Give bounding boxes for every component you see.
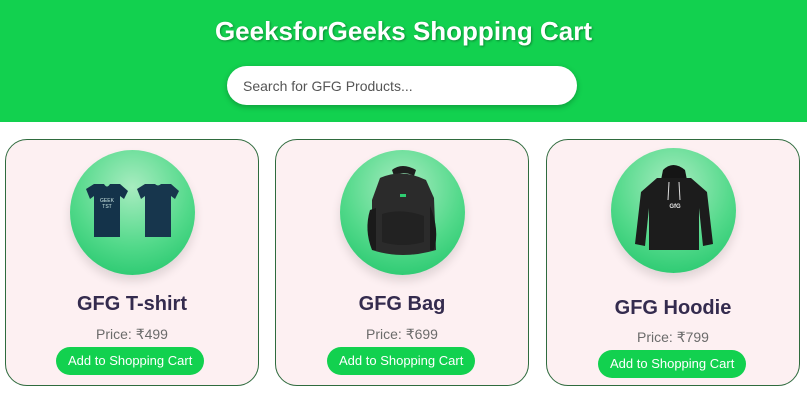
header: GeeksforGeeks Shopping Cart — [0, 0, 807, 122]
tshirt-icon: GEEK TST — [86, 184, 179, 237]
add-to-cart-button[interactable]: Add to Shopping Cart — [56, 347, 205, 375]
hoodie-icon: GfG — [635, 165, 713, 250]
product-image-bag — [340, 150, 465, 275]
add-to-cart-button[interactable]: Add to Shopping Cart — [598, 350, 747, 378]
product-name: GFG Bag — [358, 293, 446, 315]
product-price: Price: ₹799 — [637, 329, 709, 345]
product-name: GFG Hoodie — [614, 297, 732, 319]
product-name: GFG T-shirt — [77, 293, 187, 315]
page-title: GeeksforGeeks Shopping Cart — [214, 16, 593, 46]
product-price: Price: ₹499 — [96, 326, 168, 342]
product-image-hoodie: GfG — [611, 148, 736, 273]
backpack-icon — [367, 166, 437, 255]
product-price: Price: ₹699 — [366, 326, 438, 342]
svg-text:GfG: GfG — [669, 204, 681, 210]
product-card-tshirt: GEEK TST GFG T-shirt Price: ₹499 Add to … — [5, 139, 259, 386]
product-image-tshirt: GEEK TST — [70, 150, 195, 275]
add-to-cart-button[interactable]: Add to Shopping Cart — [327, 347, 476, 375]
product-card-hoodie: GfG GFG Hoodie Price: ₹799 Add to Shoppi… — [546, 139, 800, 386]
search-input[interactable] — [227, 66, 577, 105]
svg-text:TST: TST — [102, 204, 111, 210]
product-card-bag: GFG Bag Price: ₹699 Add to Shopping Cart — [275, 139, 529, 386]
